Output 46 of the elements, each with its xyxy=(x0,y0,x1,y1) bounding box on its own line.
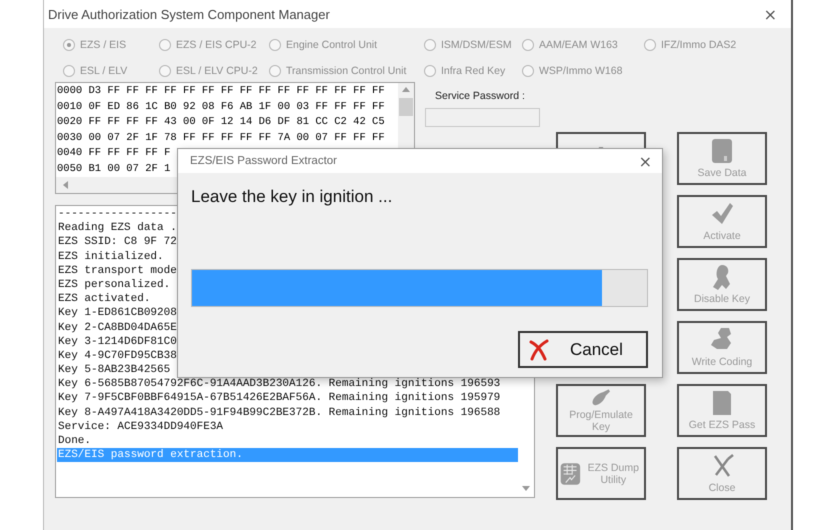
hex-line: 0030 00 07 2F 1F 78 FF FF FF FF FF 7A 00 07 FF FF FF xyxy=(57,130,385,146)
scroll-up-icon[interactable] xyxy=(402,87,410,92)
radio-circle[interactable] xyxy=(63,65,75,77)
close-button[interactable]: × xyxy=(764,4,777,24)
radio-circle[interactable] xyxy=(424,65,436,77)
log-line[interactable]: Key 4-9C70FD95CB38 xyxy=(57,348,177,364)
dialog-message: Leave the key in ignition ... xyxy=(191,187,394,207)
log-line[interactable]: Reading EZS data . xyxy=(57,221,177,236)
radio-circle[interactable] xyxy=(644,39,656,51)
radio-circle[interactable] xyxy=(424,39,436,51)
cancel-icon xyxy=(528,338,550,360)
log-line[interactable]: Key 7-9F5CBF0BBF64915A-67B51426E2BAF56A. Remaining ignitions 195979 xyxy=(57,391,500,406)
log-line[interactable]: EZS activated. xyxy=(57,292,150,306)
dialog-title: EZS/EIS Password Extractor xyxy=(190,155,337,167)
log-line[interactable]: Key 1-ED861CB09208 xyxy=(57,306,177,320)
cancel-button[interactable]: Cancel xyxy=(518,331,648,368)
log-line[interactable]: Key 2-CA8BD04DA65E xyxy=(57,320,177,335)
hex-line: 0050 B1 00 07 2F 1 xyxy=(57,162,170,176)
close-button[interactable]: × xyxy=(638,152,652,170)
radio-circle[interactable] xyxy=(159,39,171,51)
log-line[interactable]: Key 5-8AB23B42565 xyxy=(57,363,170,378)
radio-circle[interactable] xyxy=(159,65,171,77)
log-line[interactable]: EZS transport mode xyxy=(57,264,177,278)
hex-line: 0010 0F ED 86 1C B0 92 08 F6 AB 1F 00 03 FF FF FF FF xyxy=(57,100,385,114)
scroll-down-icon[interactable] xyxy=(522,486,530,491)
log-line[interactable]: Key 6-5685B87054792F6C-91A4AAD3B230A126. Remaining ignitions 196593 xyxy=(57,377,500,392)
log-line[interactable]: Service: ACE9334DD940FE3A xyxy=(57,420,224,434)
radio-circle[interactable] xyxy=(269,65,281,77)
log-line[interactable]: EZS personalized. xyxy=(57,278,170,292)
log-line[interactable]: Key 3-1214D6DF81C0 xyxy=(57,334,177,349)
log-line[interactable]: Done. xyxy=(57,434,92,448)
radio-circle[interactable] xyxy=(269,39,281,51)
log-line[interactable]: EZS initialized. xyxy=(57,250,164,264)
log-line[interactable]: Key 8-A497A418A3420DD5-91F94B99C2BE372B. Remaining ignitions 196588 xyxy=(57,406,500,420)
window-title: Drive Authorization System Component Manager xyxy=(48,6,330,22)
hex-line: 0040 FF FF FF FF F xyxy=(57,146,170,161)
field-label: Service Password : xyxy=(434,90,526,102)
radio-circle[interactable] xyxy=(522,65,534,77)
floppy-icon xyxy=(709,138,735,164)
scroll-left-icon[interactable] xyxy=(63,181,68,189)
log-line[interactable]: ------------------ xyxy=(57,207,177,222)
hex-line: 0020 FF FF FF FF 43 00 0F 12 14 D6 DF 81 CC C2 42 C5 xyxy=(57,115,385,130)
radio-circle[interactable] xyxy=(63,39,75,51)
hex-line: 0000 D3 FF FF FF FF FF FF FF FF FF FF FF FF FF FF FF xyxy=(57,84,385,99)
log-line[interactable]: EZS SSID: C8 9F 72 xyxy=(57,235,177,250)
radio-circle[interactable] xyxy=(522,39,534,51)
